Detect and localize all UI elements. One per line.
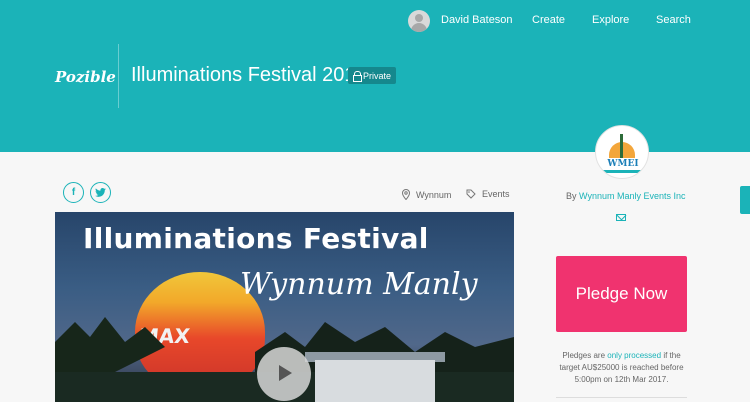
- pledge-note-prefix: Pledges are: [562, 351, 606, 360]
- twitter-share-button[interactable]: [90, 182, 111, 203]
- sidebar-divider: [556, 397, 687, 398]
- nav-search[interactable]: Search: [656, 14, 691, 26]
- video-title: Illuminations Festival: [83, 222, 429, 255]
- only-processed-link[interactable]: only processed: [607, 351, 661, 360]
- brand-logo[interactable]: Pozible: [55, 68, 116, 86]
- side-feedback-tab[interactable]: [740, 186, 750, 214]
- page-title: Illuminations Festival 2017: [131, 64, 367, 86]
- private-badge: Private: [348, 67, 397, 84]
- category-label: Events: [482, 189, 510, 199]
- private-badge-label: Private: [363, 70, 392, 81]
- pledge-now-button[interactable]: Pledge Now: [556, 256, 687, 332]
- building-image: [315, 360, 435, 402]
- twitter-icon: [95, 188, 106, 197]
- creator-link[interactable]: Wynnum Manly Events Inc: [579, 191, 685, 201]
- category-meta[interactable]: Events: [466, 189, 510, 199]
- mail-icon[interactable]: [616, 214, 626, 221]
- tag-icon: [466, 189, 476, 199]
- palm-graphic: [620, 134, 623, 158]
- project-video[interactable]: MAX Illuminations Festival Wynnum Manly: [55, 212, 514, 402]
- creator-logo-text: WMEI: [607, 159, 639, 169]
- play-button[interactable]: [257, 347, 311, 401]
- creator-byline: By Wynnum Manly Events Inc: [566, 191, 686, 201]
- creator-logo[interactable]: WMEI: [595, 125, 649, 179]
- pledge-note: Pledges are only processed if the target…: [556, 350, 687, 386]
- map-pin-icon: [402, 189, 410, 200]
- wave-graphic: [602, 170, 644, 173]
- nav-user-name[interactable]: David Bateson: [441, 14, 513, 26]
- byline-prefix: By: [566, 191, 577, 201]
- header-divider: [118, 44, 119, 108]
- video-subtitle: Wynnum Manly: [240, 267, 478, 302]
- facebook-icon: f: [71, 187, 76, 198]
- lock-icon: [353, 71, 362, 82]
- location-meta[interactable]: Wynnum: [402, 189, 451, 200]
- nav-create[interactable]: Create: [532, 14, 565, 26]
- location-label: Wynnum: [416, 189, 452, 200]
- nav-explore[interactable]: Explore: [592, 14, 629, 26]
- user-avatar[interactable]: [408, 10, 430, 32]
- facebook-share-button[interactable]: f: [63, 182, 84, 203]
